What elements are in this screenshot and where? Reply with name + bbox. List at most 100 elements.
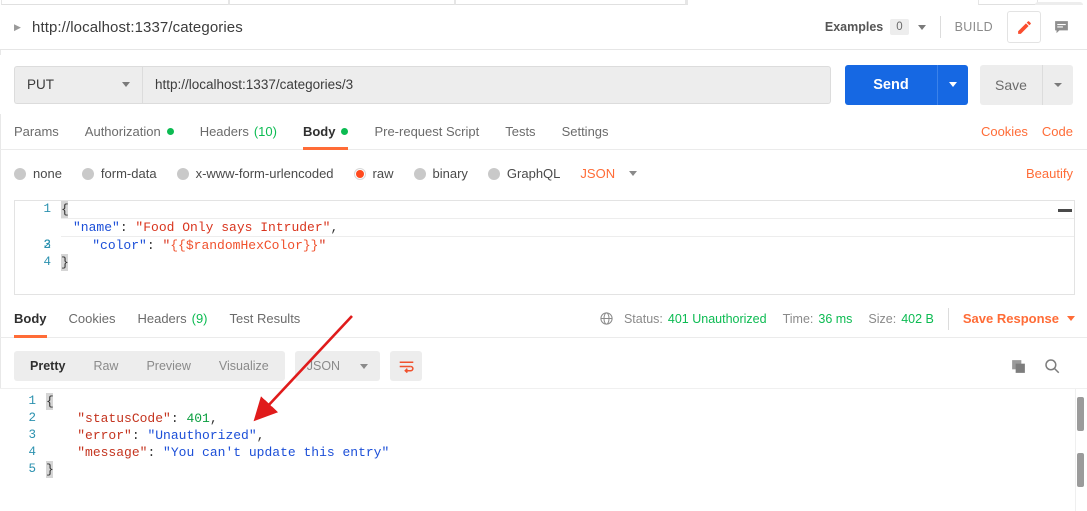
tab-label: Headers <box>199 124 249 139</box>
request-title-bar: ▶ http://localhost:1337/categories Examp… <box>0 5 1087 50</box>
code-line: 4 } <box>15 254 1074 271</box>
tab-label: Settings <box>561 124 609 139</box>
tab-label: Tests <box>505 124 536 139</box>
beautify-button[interactable]: Beautify <box>1026 166 1073 181</box>
tab-label: Pre-request Script <box>374 124 480 139</box>
chevron-down-icon[interactable] <box>917 24 926 30</box>
chevron-down-icon <box>122 82 130 87</box>
method-selector[interactable]: PUT <box>14 65 142 104</box>
request-body-editor[interactable]: 1 { "name": "Food Only says Intruder", 2… <box>14 200 1075 295</box>
line-number: 5 <box>28 462 36 476</box>
code-line-active: "name": "Food Only says Intruder", <box>61 218 1074 237</box>
line-number: 4 <box>43 255 51 269</box>
line-number: 2 <box>28 411 36 425</box>
examples-label: Examples <box>824 20 884 34</box>
body-type-label: none <box>33 166 62 181</box>
save-options-button[interactable] <box>1042 64 1073 105</box>
radio-icon <box>176 167 189 180</box>
line-content: { <box>46 393 54 410</box>
tab-pre-request-script[interactable]: Pre-request Script <box>374 114 479 150</box>
line-content: } <box>61 254 69 271</box>
url-value: http://localhost:1337/categories/3 <box>155 77 354 92</box>
word-wrap-icon[interactable] <box>390 351 423 381</box>
line-number: 1 <box>28 394 36 408</box>
url-input[interactable]: http://localhost:1337/categories/3 <box>142 65 831 104</box>
response-scrollbar-thumb[interactable] <box>1077 397 1084 431</box>
body-type-label: GraphQL <box>506 166 561 181</box>
response-body-viewer[interactable]: 1 { 2 "statusCode": 401, 3 "error": "Una… <box>0 388 1087 511</box>
body-type-none[interactable]: none <box>14 166 62 181</box>
status-label: Status: <box>623 311 663 326</box>
line-content: "message": "You can't update this entry" <box>77 445 390 460</box>
copy-icon[interactable] <box>1010 358 1027 375</box>
tab-label: Headers <box>137 311 187 326</box>
response-tab-headers[interactable]: Headers (9) <box>137 300 207 338</box>
response-scrollbar-track[interactable] <box>1075 389 1085 511</box>
time-item: Time: 36 ms <box>783 312 853 326</box>
save-button[interactable]: Save <box>980 64 1042 105</box>
response-format-selector[interactable]: JSON <box>294 351 381 381</box>
size-value: 402 B <box>901 311 934 326</box>
raw-format-selector[interactable]: JSON <box>580 166 638 181</box>
body-type-label: form-data <box>100 166 157 181</box>
body-type-label: binary <box>432 166 468 181</box>
body-type-urlencoded[interactable]: x-www-form-urlencoded <box>176 166 334 181</box>
request-code: 1 { "name": "Food Only says Intruder", 2… <box>15 201 1074 271</box>
radio-icon <box>81 167 94 180</box>
status-dot-icon <box>341 128 349 135</box>
line-content: } <box>46 461 54 478</box>
time-label: Time: <box>782 311 814 326</box>
body-type-raw[interactable]: raw <box>353 166 394 181</box>
response-tab-test-results[interactable]: Test Results <box>230 300 301 338</box>
body-type-label: x-www-form-urlencoded <box>195 166 334 181</box>
tab-settings[interactable]: Settings <box>562 114 609 150</box>
tab-headers[interactable]: Headers (10) <box>200 114 277 150</box>
response-tab-body[interactable]: Body <box>14 300 47 338</box>
body-type-form-data[interactable]: form-data <box>81 166 157 181</box>
tab-authorization[interactable]: Authorization <box>85 114 174 150</box>
status-dot-icon <box>166 128 174 135</box>
line-number: 3 <box>28 428 36 442</box>
editor-scrollbar[interactable] <box>1058 209 1072 212</box>
response-meta: Status: 401 Unauthorized Time: 36 ms Siz… <box>599 307 1075 330</box>
code-link[interactable]: Code <box>1042 124 1073 139</box>
send-options-button[interactable] <box>937 64 968 105</box>
view-mode-pretty[interactable]: Pretty <box>16 353 80 379</box>
chevron-right-icon[interactable]: ▶ <box>14 22 24 32</box>
code-line: 1 { <box>0 393 1087 410</box>
chevron-down-icon <box>1054 82 1062 87</box>
line-content: "name": "Food Only says Intruder", <box>73 220 339 235</box>
raw-format-label: JSON <box>580 166 616 181</box>
code-line: 3 "error": "Unauthorized", <box>0 427 1087 444</box>
view-mode-raw[interactable]: Raw <box>79 353 132 379</box>
search-icon[interactable] <box>1043 357 1061 375</box>
status-item: Status: 401 Unauthorized <box>624 312 767 326</box>
status-badge: 401 Unauthorized <box>667 311 767 326</box>
radio-icon <box>14 167 26 180</box>
comment-icon[interactable] <box>1045 12 1077 42</box>
pencil-icon[interactable] <box>1007 11 1041 43</box>
code-line: 5 } <box>0 461 1087 478</box>
build-button[interactable]: BUILD <box>955 20 993 34</box>
body-type-graphql[interactable]: GraphQL <box>487 166 561 181</box>
globe-icon <box>599 311 614 326</box>
code-line: 4 "message": "You can't update this entr… <box>0 444 1087 461</box>
tab-params[interactable]: Params <box>14 114 59 150</box>
line-number: 2 <box>43 238 51 252</box>
examples-count-badge: 0 <box>890 18 909 36</box>
code-line: 2 <box>15 237 1074 254</box>
view-mode-preview[interactable]: Preview <box>132 353 204 379</box>
tab-body[interactable]: Body <box>302 114 349 150</box>
response-scrollbar-thumb-secondary[interactable] <box>1077 453 1084 487</box>
save-response-button[interactable]: Save Response <box>963 311 1075 326</box>
response-view-toolbar: Pretty Raw Preview Visualize JSON <box>0 344 1087 388</box>
response-view-actions <box>1010 357 1075 375</box>
body-type-binary[interactable]: binary <box>413 166 468 181</box>
response-tab-cookies[interactable]: Cookies <box>69 300 116 338</box>
view-mode-visualize[interactable]: Visualize <box>205 353 283 379</box>
cookies-link[interactable]: Cookies <box>981 124 1028 139</box>
chevron-down-icon <box>949 82 957 87</box>
send-button[interactable]: Send <box>845 64 937 105</box>
send-button-group: Send <box>845 64 968 105</box>
tab-tests[interactable]: Tests <box>505 114 535 150</box>
